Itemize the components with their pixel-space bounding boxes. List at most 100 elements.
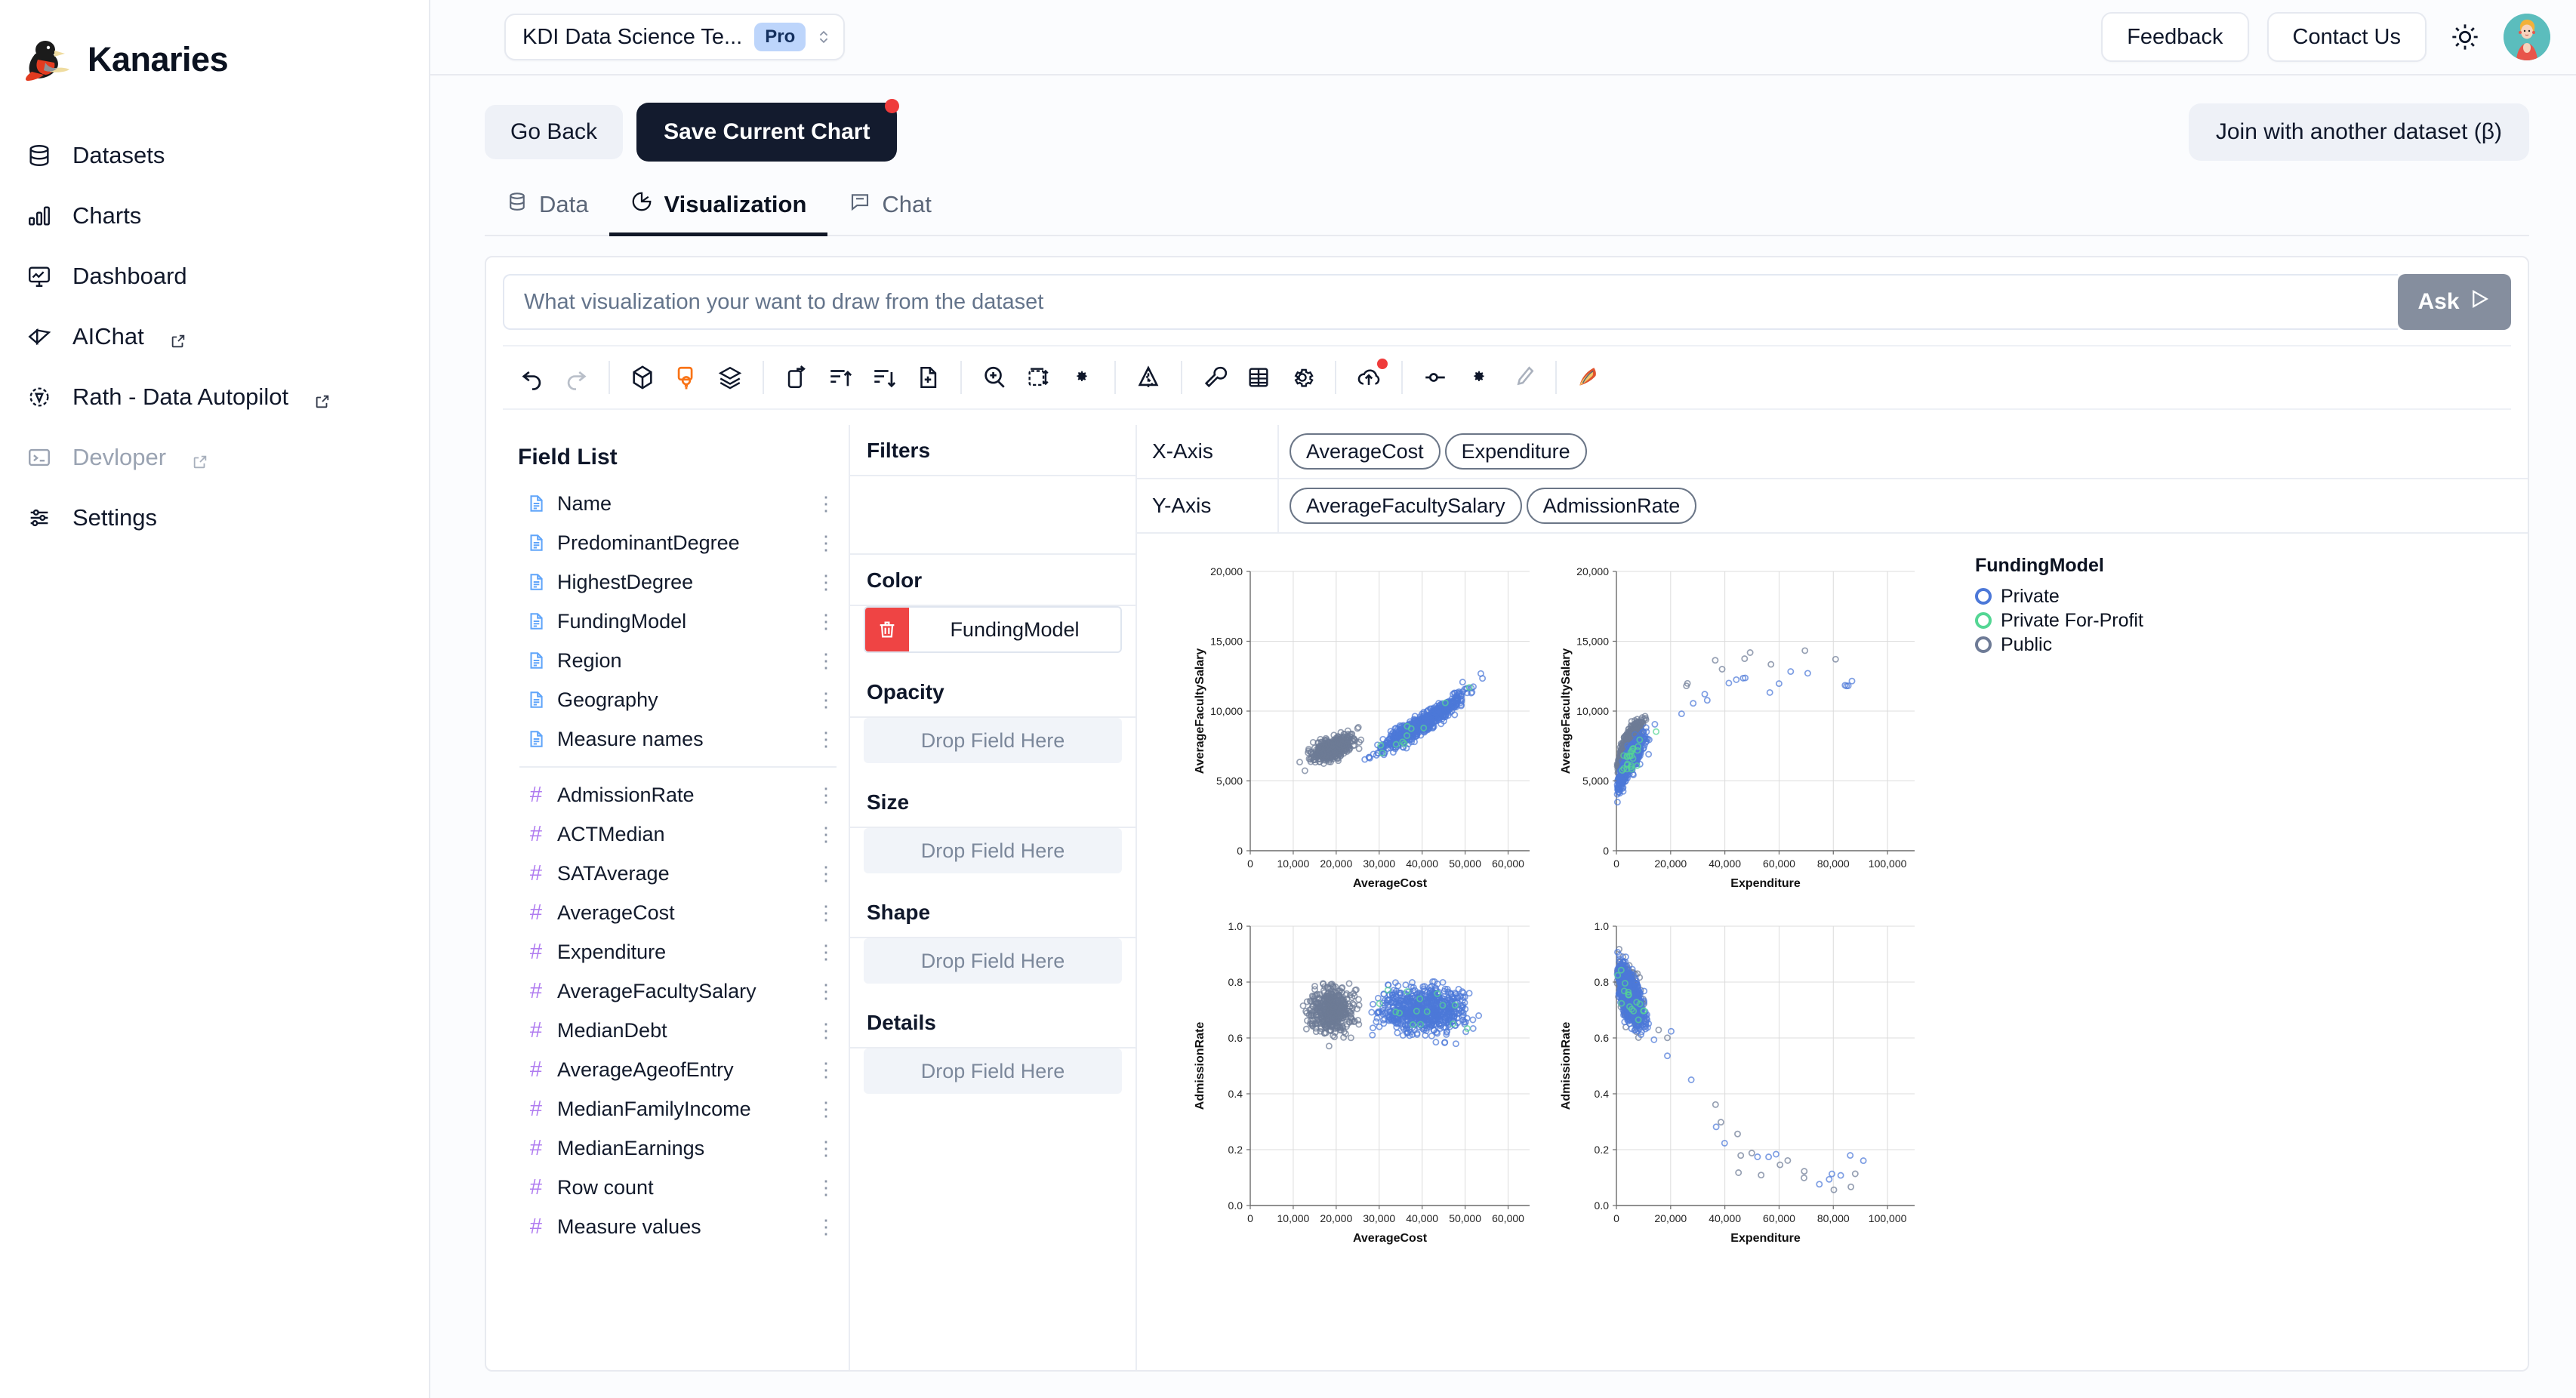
details-dropzone[interactable]: Drop Field Here bbox=[864, 1048, 1122, 1094]
field-item-expenditure[interactable]: # Expenditure ⋮ bbox=[503, 932, 849, 972]
field-item-predominantdegree[interactable]: PredominantDegree ⋮ bbox=[503, 523, 849, 562]
go-back-button[interactable]: Go Back bbox=[485, 105, 624, 159]
field-menu-icon[interactable]: ⋮ bbox=[816, 533, 837, 553]
table-icon[interactable] bbox=[1237, 356, 1280, 399]
tab-data[interactable]: Data bbox=[485, 190, 609, 236]
join-dataset-button[interactable]: Join with another dataset (β) bbox=[2188, 103, 2529, 161]
field-item-averageageofentry[interactable]: # AverageAgeofEntry ⋮ bbox=[503, 1050, 849, 1089]
field-menu-icon[interactable]: ⋮ bbox=[816, 611, 837, 631]
contact-us-button[interactable]: Contact Us bbox=[2266, 12, 2427, 62]
redo-icon[interactable] bbox=[554, 356, 598, 399]
sidebar-item-developer[interactable]: Devloper bbox=[0, 427, 429, 488]
avatar[interactable] bbox=[2504, 14, 2550, 60]
undo-icon[interactable] bbox=[510, 356, 554, 399]
filters-dropzone[interactable] bbox=[850, 476, 1135, 555]
ask-input[interactable] bbox=[503, 274, 2398, 330]
sidebar-item-dashboard[interactable]: Dashboard bbox=[0, 246, 429, 306]
field-menu-icon[interactable]: ⋮ bbox=[816, 729, 837, 749]
highlight-tooltip-icon[interactable] bbox=[664, 356, 708, 399]
field-item-measure-values[interactable]: # Measure values ⋮ bbox=[503, 1207, 849, 1246]
wrench-icon[interactable] bbox=[1193, 356, 1237, 399]
field-menu-icon[interactable]: ⋮ bbox=[816, 903, 837, 922]
field-item-region[interactable]: Region ⋮ bbox=[503, 641, 849, 680]
field-item-medianfamilyincome[interactable]: # MedianFamilyIncome ⋮ bbox=[503, 1089, 849, 1129]
binding-settings-gear-icon[interactable] bbox=[1457, 356, 1501, 399]
transpose-icon[interactable] bbox=[775, 356, 818, 399]
save-current-chart-button[interactable]: Save Current Chart bbox=[636, 99, 900, 162]
ask-button[interactable]: Ask bbox=[2398, 274, 2511, 330]
field-item-geography[interactable]: Geography ⋮ bbox=[503, 680, 849, 719]
field-menu-icon[interactable]: ⋮ bbox=[816, 494, 837, 513]
sidebar-item-settings[interactable]: Settings bbox=[0, 488, 429, 548]
cube-icon[interactable] bbox=[621, 356, 664, 399]
x-axis-pill-averagecost[interactable]: AverageCost bbox=[1290, 433, 1441, 470]
workspace-selector[interactable]: KDI Data Science Te... Pro bbox=[504, 14, 846, 60]
field-menu-icon[interactable]: ⋮ bbox=[816, 785, 837, 805]
field-item-highestdegree[interactable]: HighestDegree ⋮ bbox=[503, 562, 849, 602]
field-menu-icon[interactable]: ⋮ bbox=[816, 1060, 837, 1079]
tab-visualization[interactable]: Visualization bbox=[609, 190, 828, 236]
sidebar-item-charts[interactable]: Charts bbox=[0, 186, 429, 246]
legend-item-private[interactable]: Private bbox=[1975, 584, 2143, 608]
field-menu-icon[interactable]: ⋮ bbox=[816, 651, 837, 670]
paint-icon[interactable] bbox=[1567, 356, 1611, 399]
field-item-averagefacultysalary[interactable]: # AverageFacultySalary ⋮ bbox=[503, 972, 849, 1011]
binding-icon[interactable] bbox=[1413, 356, 1457, 399]
field-menu-icon[interactable]: ⋮ bbox=[816, 1021, 837, 1040]
resize-icon[interactable] bbox=[1016, 356, 1060, 399]
field-menu-icon[interactable]: ⋮ bbox=[816, 942, 837, 962]
svg-text:15,000: 15,000 bbox=[1576, 636, 1609, 648]
sidebar-item-aichat[interactable]: AIChat bbox=[0, 306, 429, 367]
y-axis-pill-admissionrate[interactable]: AdmissionRate bbox=[1526, 488, 1697, 524]
geo-icon[interactable] bbox=[1126, 356, 1170, 399]
brush-icon[interactable] bbox=[1501, 356, 1545, 399]
x-axis-items[interactable]: AverageCost Expenditure bbox=[1277, 425, 2528, 478]
field-menu-icon[interactable]: ⋮ bbox=[816, 864, 837, 883]
send-icon bbox=[2469, 288, 2491, 316]
opacity-slot: Drop Field Here bbox=[850, 718, 1135, 777]
sidebar-item-rath[interactable]: Rath - Data Autopilot bbox=[0, 367, 429, 427]
size-dropzone[interactable]: Drop Field Here bbox=[864, 828, 1122, 873]
sort-ascending-icon[interactable] bbox=[818, 356, 862, 399]
field-menu-icon[interactable]: ⋮ bbox=[816, 1099, 837, 1119]
field-item-actmedian[interactable]: # ACTMedian ⋮ bbox=[503, 814, 849, 854]
field-item-row-count[interactable]: # Row count ⋮ bbox=[503, 1168, 849, 1207]
toolbar-divider bbox=[1181, 361, 1182, 394]
field-item-fundingmodel[interactable]: FundingModel ⋮ bbox=[503, 602, 849, 641]
field-item-sataverage[interactable]: # SATAverage ⋮ bbox=[503, 854, 849, 893]
field-menu-icon[interactable]: ⋮ bbox=[816, 981, 837, 1001]
opacity-dropzone[interactable]: Drop Field Here bbox=[864, 718, 1122, 763]
legend-item-public[interactable]: Public bbox=[1975, 633, 2143, 657]
layers-icon[interactable] bbox=[708, 356, 752, 399]
field-menu-icon[interactable]: ⋮ bbox=[816, 1178, 837, 1197]
shape-dropzone[interactable]: Drop Field Here bbox=[864, 938, 1122, 984]
legend-item-private-for-profit[interactable]: Private For-Profit bbox=[1975, 608, 2143, 633]
field-menu-icon[interactable]: ⋮ bbox=[816, 1217, 837, 1236]
resize-settings-gear-icon[interactable] bbox=[1060, 356, 1104, 399]
field-item-admissionrate[interactable]: # AdmissionRate ⋮ bbox=[503, 775, 849, 814]
x-axis-pill-expenditure[interactable]: Expenditure bbox=[1444, 433, 1587, 470]
gear-icon[interactable] bbox=[1280, 356, 1324, 399]
field-item-mediandebt[interactable]: # MedianDebt ⋮ bbox=[503, 1011, 849, 1050]
field-item-averagecost[interactable]: # AverageCost ⋮ bbox=[503, 893, 849, 932]
tab-chat[interactable]: Chat bbox=[827, 190, 952, 236]
sun-icon[interactable] bbox=[2445, 17, 2485, 57]
field-item-medianearnings[interactable]: # MedianEarnings ⋮ bbox=[503, 1129, 849, 1168]
chart-canvas[interactable]: 0 10,000 20,000 30,000 40,000 50,000 60,000 0 5,… bbox=[1137, 534, 2528, 1370]
field-menu-icon[interactable]: ⋮ bbox=[816, 1138, 837, 1158]
trash-icon[interactable] bbox=[865, 608, 909, 651]
field-menu-icon[interactable]: ⋮ bbox=[816, 690, 837, 710]
sort-descending-icon[interactable] bbox=[862, 356, 906, 399]
field-menu-icon[interactable]: ⋮ bbox=[816, 824, 837, 844]
sidebar-item-datasets[interactable]: Datasets bbox=[0, 125, 429, 186]
feedback-button[interactable]: Feedback bbox=[2101, 12, 2249, 62]
y-axis-items[interactable]: AverageFacultySalary AdmissionRate bbox=[1277, 479, 2528, 532]
field-item-name[interactable]: Name ⋮ bbox=[503, 484, 849, 523]
field-menu-icon[interactable]: ⋮ bbox=[816, 572, 837, 592]
color-field-pill[interactable]: FundingModel bbox=[864, 606, 1122, 653]
add-page-icon[interactable] bbox=[906, 356, 950, 399]
zoom-in-icon[interactable] bbox=[972, 356, 1016, 399]
y-axis-pill-averagefacultysalary[interactable]: AverageFacultySalary bbox=[1290, 488, 1522, 524]
cloud-upload-icon[interactable] bbox=[1347, 356, 1391, 399]
field-item-measure-names[interactable]: Measure names ⋮ bbox=[503, 719, 849, 759]
